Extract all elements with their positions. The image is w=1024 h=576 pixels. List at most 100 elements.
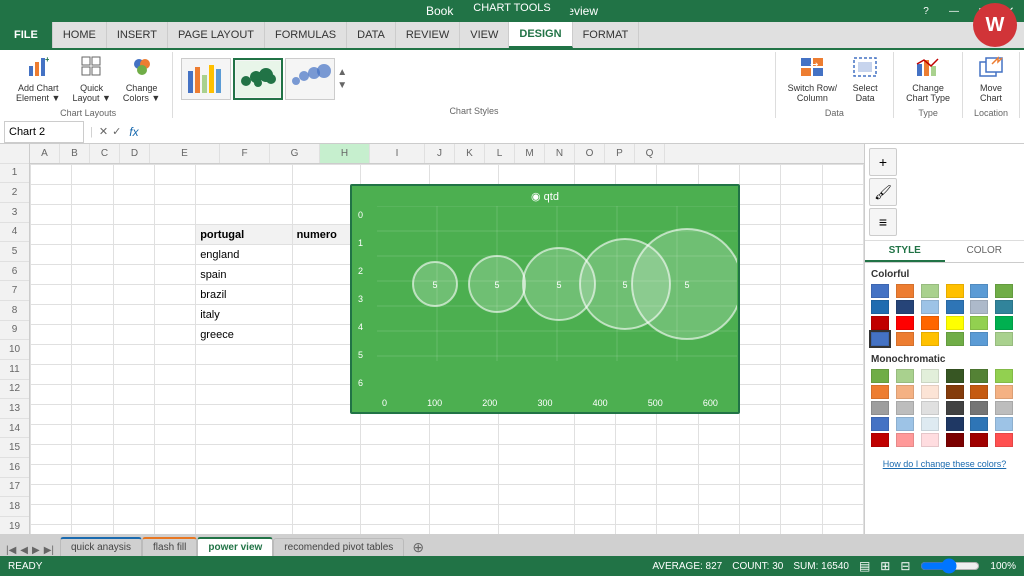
- enter-icon[interactable]: ✓: [112, 125, 121, 138]
- cell-e4[interactable]: portugal: [196, 225, 292, 245]
- swatch[interactable]: [946, 316, 964, 330]
- swatch[interactable]: [871, 433, 889, 447]
- tab-home[interactable]: HOME: [53, 22, 107, 48]
- style-scroll-down[interactable]: ▼: [337, 80, 347, 91]
- swatch[interactable]: [995, 316, 1013, 330]
- tab-file[interactable]: FILE: [0, 22, 53, 48]
- swatch[interactable]: [921, 433, 939, 447]
- swatch[interactable]: [946, 401, 964, 415]
- swatch[interactable]: [946, 385, 964, 399]
- panel-add-button[interactable]: +: [869, 148, 897, 176]
- swatch-selected[interactable]: [871, 332, 889, 346]
- swatch[interactable]: [896, 401, 914, 415]
- cell-e8[interactable]: italy: [196, 305, 292, 325]
- swatch[interactable]: [921, 417, 939, 431]
- chart-overlay[interactable]: ◉ qtd 6 5 4 3 2 1 0: [350, 184, 740, 414]
- col-e[interactable]: E: [150, 144, 220, 163]
- switch-row-column-button[interactable]: ⇄ Switch Row/Column: [784, 54, 842, 106]
- normal-view-icon[interactable]: ▤: [859, 559, 870, 573]
- col-l[interactable]: L: [485, 144, 515, 163]
- swatch[interactable]: [896, 332, 914, 346]
- swatch[interactable]: [995, 284, 1013, 298]
- tab-pagelayout[interactable]: PAGE LAYOUT: [168, 22, 265, 48]
- swatch[interactable]: [970, 369, 988, 383]
- swatch[interactable]: [995, 300, 1013, 314]
- swatch[interactable]: [995, 369, 1013, 383]
- swatch[interactable]: [970, 284, 988, 298]
- sheet-tab-pivot-tables[interactable]: recomended pivot tables: [273, 538, 404, 556]
- swatch[interactable]: [970, 316, 988, 330]
- style-scroll-up[interactable]: ▲: [337, 67, 347, 78]
- tab-view[interactable]: VIEW: [460, 22, 509, 48]
- name-box[interactable]: [4, 121, 84, 143]
- swatch[interactable]: [896, 417, 914, 431]
- add-sheet-button[interactable]: ⊕: [408, 538, 428, 556]
- swatch[interactable]: [946, 417, 964, 431]
- chart-style-3[interactable]: [285, 58, 335, 100]
- add-chart-element-button[interactable]: + Add ChartElement ▼: [12, 54, 64, 106]
- sheet-scroll-first[interactable]: |◀: [4, 545, 18, 556]
- zoom-slider[interactable]: [920, 562, 980, 570]
- cancel-icon[interactable]: ✕: [99, 125, 108, 138]
- swatch[interactable]: [871, 385, 889, 399]
- col-o[interactable]: O: [575, 144, 605, 163]
- col-a[interactable]: A: [30, 144, 60, 163]
- swatch[interactable]: [896, 369, 914, 383]
- tab-review[interactable]: REVIEW: [396, 22, 460, 48]
- swatch[interactable]: [995, 401, 1013, 415]
- cell-e6[interactable]: spain: [196, 265, 292, 285]
- swatch[interactable]: [871, 284, 889, 298]
- swatch[interactable]: [995, 433, 1013, 447]
- minimize-button[interactable]: —: [940, 0, 968, 22]
- swatch[interactable]: [946, 300, 964, 314]
- col-d[interactable]: D: [120, 144, 150, 163]
- panel-footer-link[interactable]: How do I change these colors?: [871, 455, 1018, 473]
- swatch[interactable]: [921, 401, 939, 415]
- panel-filter-button[interactable]: ≡: [869, 208, 897, 236]
- swatch[interactable]: [970, 433, 988, 447]
- sheet-scroll-prev[interactable]: ◀: [18, 545, 30, 556]
- tab-style[interactable]: STYLE: [865, 241, 945, 262]
- swatch[interactable]: [995, 332, 1013, 346]
- swatch[interactable]: [946, 284, 964, 298]
- page-layout-view-icon[interactable]: ⊞: [880, 559, 890, 573]
- sheet-scroll-next[interactable]: ▶: [30, 545, 42, 556]
- panel-brush-button[interactable]: 🖌: [869, 178, 897, 206]
- change-colors-button[interactable]: ChangeColors ▼: [119, 54, 164, 106]
- swatch[interactable]: [921, 332, 939, 346]
- swatch[interactable]: [921, 284, 939, 298]
- col-h[interactable]: H: [320, 144, 370, 163]
- cell-e9[interactable]: greece: [196, 325, 292, 345]
- swatch[interactable]: [871, 417, 889, 431]
- select-data-button[interactable]: SelectData: [845, 54, 885, 106]
- move-chart-button[interactable]: MoveChart: [971, 54, 1011, 106]
- tab-format[interactable]: FORMAT: [573, 22, 640, 48]
- swatch[interactable]: [921, 300, 939, 314]
- col-p[interactable]: P: [605, 144, 635, 163]
- col-k[interactable]: K: [455, 144, 485, 163]
- tab-insert[interactable]: INSERT: [107, 22, 168, 48]
- sheet-tab-power-view[interactable]: power view: [197, 537, 273, 556]
- col-g[interactable]: G: [270, 144, 320, 163]
- chart-style-1[interactable]: [181, 58, 231, 100]
- cell-e7[interactable]: brazil: [196, 285, 292, 305]
- swatch[interactable]: [995, 417, 1013, 431]
- tab-color[interactable]: COLOR: [945, 241, 1024, 262]
- col-q[interactable]: Q: [635, 144, 665, 163]
- swatch[interactable]: [970, 401, 988, 415]
- swatch[interactable]: [946, 332, 964, 346]
- swatch[interactable]: [871, 369, 889, 383]
- swatch[interactable]: [946, 369, 964, 383]
- swatch[interactable]: [871, 401, 889, 415]
- formula-input[interactable]: [143, 122, 1024, 142]
- swatch[interactable]: [871, 316, 889, 330]
- tab-formulas[interactable]: FORMULAS: [265, 22, 347, 48]
- sheet-scroll-last[interactable]: ▶|: [42, 545, 56, 556]
- quick-layout-button[interactable]: QuickLayout ▼: [68, 54, 114, 106]
- tab-data[interactable]: DATA: [347, 22, 396, 48]
- swatch[interactable]: [896, 284, 914, 298]
- swatch[interactable]: [970, 385, 988, 399]
- swatch[interactable]: [921, 316, 939, 330]
- change-chart-type-button[interactable]: ChangeChart Type: [902, 54, 954, 106]
- col-c[interactable]: C: [90, 144, 120, 163]
